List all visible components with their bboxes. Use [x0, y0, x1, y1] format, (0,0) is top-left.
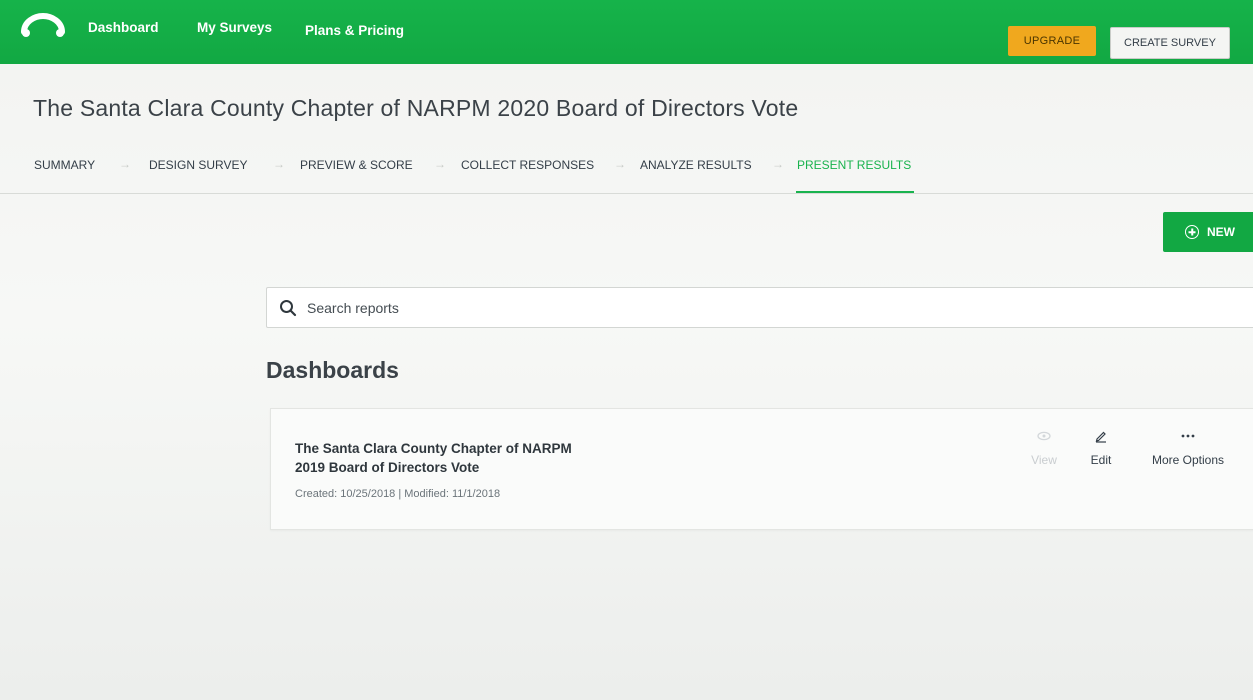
dashboards-heading: Dashboards	[266, 357, 399, 383]
search-icon	[280, 300, 297, 317]
new-dashboard-button[interactable]: NEW	[1163, 212, 1253, 252]
surveymonkey-logo-icon[interactable]	[20, 10, 66, 40]
arrow-right-icon: →	[614, 157, 626, 171]
arrow-right-icon: →	[273, 157, 285, 171]
more-options-label: More Options	[1151, 453, 1225, 467]
survey-steps-nav: SUMMARY → DESIGN SURVEY → PREVIEW & SCOR…	[34, 157, 1234, 180]
nav-link-dashboard[interactable]: Dashboard	[88, 20, 159, 35]
step-design-survey[interactable]: DESIGN SURVEY	[149, 158, 247, 172]
edit-label: Edit	[1090, 453, 1112, 467]
header-divider	[0, 193, 1253, 194]
pencil-icon	[1095, 431, 1106, 443]
arrow-right-icon: →	[772, 157, 784, 171]
search-input[interactable]	[307, 288, 1207, 327]
more-options-button[interactable]: More Options	[1141, 425, 1235, 467]
nav-link-my-surveys[interactable]: My Surveys	[197, 20, 272, 35]
new-button-label: NEW	[1207, 225, 1235, 239]
step-present-results[interactable]: PRESENT RESULTS	[797, 158, 911, 172]
upgrade-button[interactable]: UPGRADE	[1008, 26, 1096, 56]
step-collect-responses[interactable]: COLLECT RESPONSES	[461, 158, 594, 172]
nav-link-plans-pricing[interactable]: Plans & Pricing	[305, 23, 404, 38]
step-summary[interactable]: SUMMARY	[34, 158, 95, 172]
search-reports-box	[266, 287, 1253, 328]
dashboard-title[interactable]: The Santa Clara County Chapter of NARPM …	[295, 439, 595, 477]
arrow-right-icon: →	[119, 157, 131, 171]
edit-dashboard-button[interactable]: Edit	[1056, 425, 1146, 467]
arrow-right-icon: →	[434, 157, 446, 171]
step-analyze-results[interactable]: ANALYZE RESULTS	[640, 158, 752, 172]
survey-title: The Santa Clara County Chapter of NARPM …	[33, 95, 799, 121]
dashboard-card[interactable]: The Santa Clara County Chapter of NARPM …	[270, 408, 1253, 530]
step-preview-score[interactable]: PREVIEW & SCORE	[300, 158, 413, 172]
plus-circle-icon	[1185, 225, 1199, 239]
eye-icon	[1037, 431, 1051, 441]
ellipsis-icon	[1181, 434, 1195, 438]
dashboard-dates: Created: 10/25/2018 | Modified: 11/1/201…	[295, 488, 501, 500]
create-survey-button[interactable]: CREATE SURVEY	[1110, 27, 1230, 59]
